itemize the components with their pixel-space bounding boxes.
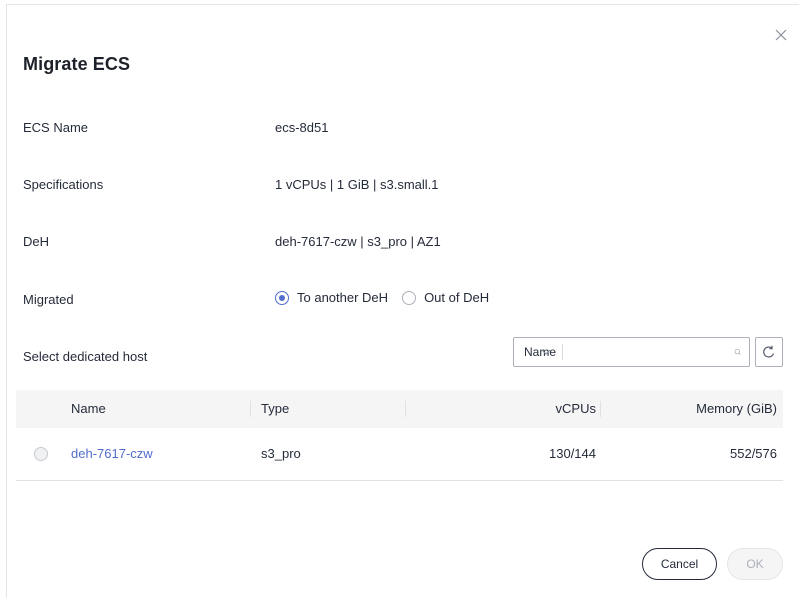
close-icon [775,29,787,41]
host-type-cell: s3_pro [261,446,301,461]
host-memory-cell: 552/576 [730,446,777,461]
host-search-box: Name [513,337,750,367]
column-separator [600,401,601,417]
migrated-radio-group: To another DeH Out of DeH [275,290,503,305]
dialog-title: Migrate ECS [23,54,131,74]
select-host-label: Select dedicated host [23,349,148,364]
radio-checked-icon [275,290,289,305]
search-input[interactable] [562,338,734,366]
search-filter-select[interactable]: Name [514,338,562,366]
radio-unchecked-icon [402,290,417,305]
migrated-label: Migrated [23,292,74,307]
table-row[interactable]: deh-7617-czw s3_pro 130/144 552/576 [16,428,783,481]
chevron-down-icon [541,349,551,355]
host-name-link[interactable]: deh-7617-czw [71,446,153,461]
table-header: Name Type vCPUs Memory (GiB) [16,390,783,428]
deh-value: deh-7617-czw | s3_pro | AZ1 [275,234,441,249]
close-button[interactable] [773,27,789,43]
column-header-vcpus: vCPUs [555,401,596,416]
refresh-button[interactable] [755,337,783,367]
radio-out-of-deh[interactable]: Out of DeH [402,290,489,305]
column-header-name: Name [71,401,106,416]
ecs-name-value: ecs-8d51 [275,120,329,135]
search-icon[interactable] [734,344,741,360]
migrate-ecs-dialog: Migrate ECS ECS Name ecs-8d51 Specificat… [6,4,799,598]
column-header-memory: Memory (GiB) [696,401,777,416]
deh-label: DeH [23,234,50,249]
row-select-radio[interactable] [34,447,48,461]
cancel-button[interactable]: Cancel [642,548,717,580]
column-header-type: Type [261,401,290,416]
column-separator [250,401,251,417]
specifications-label: Specifications [23,177,104,192]
specifications-value: 1 vCPUs | 1 GiB | s3.small.1 [275,177,439,192]
radio-to-another-deh[interactable]: To another DeH [275,290,388,305]
ok-button[interactable]: OK [727,548,783,580]
radio-to-another-deh-label: To another DeH [297,290,389,305]
column-separator [405,401,406,417]
ecs-name-label: ECS Name [23,120,89,135]
radio-out-of-deh-label: Out of DeH [424,290,490,305]
refresh-icon [763,345,775,358]
dedicated-host-table: Name Type vCPUs Memory (GiB) deh-7617-cz… [16,390,783,481]
host-vcpus-cell: 130/144 [549,446,596,461]
